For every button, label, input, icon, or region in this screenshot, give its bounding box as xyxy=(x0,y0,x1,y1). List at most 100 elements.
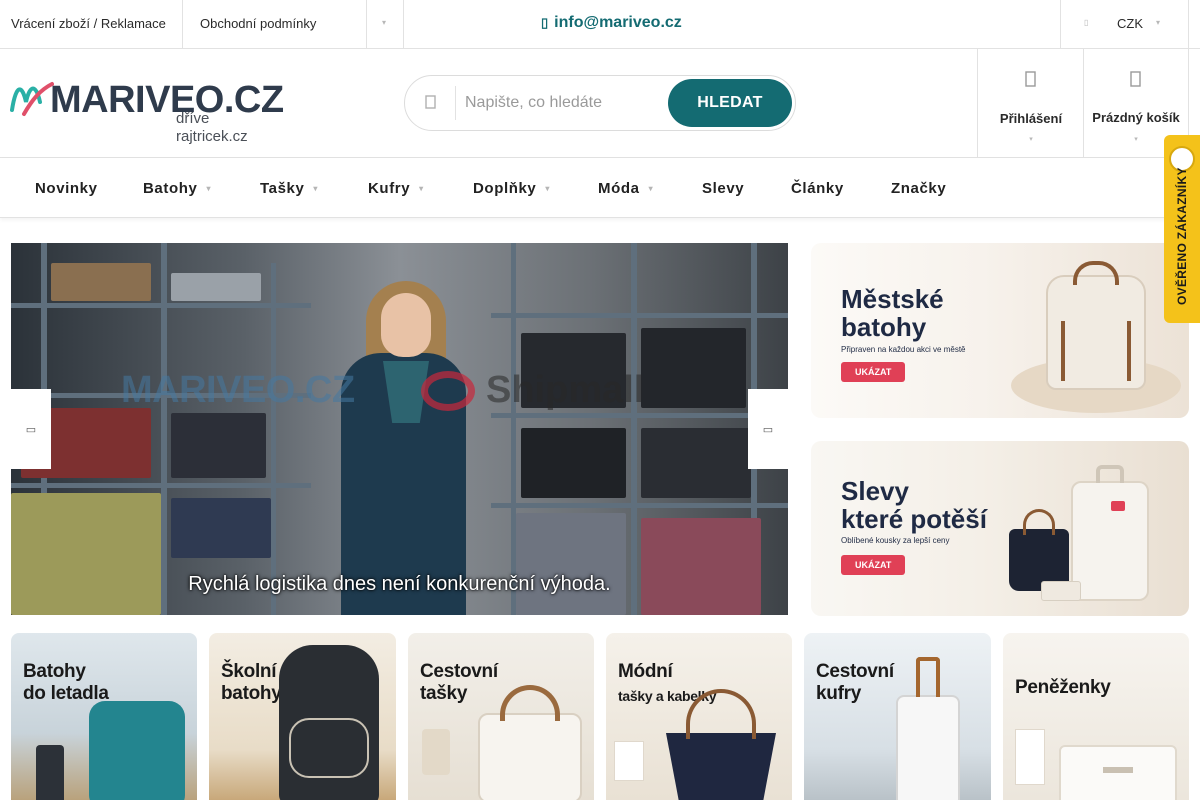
suitcase-product xyxy=(916,657,940,697)
login-button[interactable]: Přihlášení ▾ xyxy=(977,49,1084,157)
nav-item-doplnky[interactable]: Doplňky ▾ xyxy=(473,180,550,197)
terms-link[interactable]: Obchodní podmínky xyxy=(200,16,316,31)
badge-text: OVĚŘENO ZÁKAZNÍKY xyxy=(1175,167,1189,305)
currency-select[interactable]: CZK xyxy=(1117,16,1143,31)
tile-title: Cestovní xyxy=(816,661,894,682)
shelf-post xyxy=(161,243,167,615)
suitcase-product xyxy=(36,745,64,800)
tile-title: batohy xyxy=(221,683,282,704)
tile-title: Peněženky xyxy=(1015,677,1111,698)
wallet-product xyxy=(1041,581,1081,601)
divider xyxy=(1060,0,1061,48)
banner-subtitle: Připraven na každou akci ve městě xyxy=(841,345,966,354)
category-tile-travel-suitcases[interactable]: Cestovní kufry xyxy=(804,633,991,800)
nav-item-kufry[interactable]: Kufry ▾ xyxy=(368,180,424,197)
chevron-down-icon[interactable]: ▾ xyxy=(1156,18,1160,27)
video-watermark-mariveo: MARIVEO.CZ xyxy=(121,369,355,411)
chevron-down-icon: ▾ xyxy=(206,184,212,193)
shelf-board xyxy=(491,503,788,508)
arrow-left-icon: ▭ xyxy=(25,423,37,436)
backpack-product xyxy=(289,718,369,778)
email-text: info@mariveo.cz xyxy=(554,14,682,31)
backpack-product xyxy=(1127,321,1131,381)
banner-button[interactable]: UKÁZAT xyxy=(841,555,906,575)
divider xyxy=(1188,0,1189,48)
slider-next-button[interactable]: ▭ xyxy=(748,389,788,469)
suitcase-product xyxy=(1071,481,1149,601)
verified-customers-badge[interactable]: OVĚŘENO ZÁKAZNÍKY xyxy=(1164,135,1200,323)
slider-prev-button[interactable]: ▭ xyxy=(11,389,51,469)
suitcase-product xyxy=(896,695,960,800)
chevron-down-icon: ▾ xyxy=(419,184,424,193)
goods xyxy=(516,513,626,615)
goods xyxy=(171,413,266,478)
site-logo[interactable]: MARIVEO.CZ dříve rajtricek.cz xyxy=(10,78,285,145)
nav-item-novinky[interactable]: Novinky xyxy=(35,180,98,197)
nav-item-batohy[interactable]: Batohy ▾ xyxy=(143,180,211,197)
more-links-icon[interactable]: ▾ xyxy=(382,18,386,27)
category-tile-school-backpacks[interactable]: Školní batohy xyxy=(209,633,396,800)
tile-title: Cestovní xyxy=(420,661,498,682)
banner-button[interactable]: UKÁZAT xyxy=(841,362,906,382)
search-input[interactable] xyxy=(465,90,665,116)
shipmall-logo-icon xyxy=(421,371,475,411)
tile-title: Školní xyxy=(221,661,277,682)
logo-subtext: dříve rajtricek.cz xyxy=(176,110,248,145)
goods xyxy=(171,273,261,301)
cart-icon xyxy=(1130,71,1141,87)
search-icon[interactable] xyxy=(423,92,439,112)
banner-title: batohy xyxy=(841,312,927,342)
divider xyxy=(366,0,367,48)
backpack-product xyxy=(89,701,185,800)
tile-title: do letadla xyxy=(23,683,109,704)
handbag-product xyxy=(1023,509,1055,535)
mail-icon: ▯ xyxy=(541,15,549,30)
shelf-post xyxy=(271,263,276,615)
category-tile-cabin-backpacks[interactable]: Batohy do letadla xyxy=(11,633,197,800)
currency-flag-icon: ▯ xyxy=(1084,18,1089,27)
banner-subtitle: Oblíbené kousky za lepší ceny xyxy=(841,536,950,545)
nav-label: Články xyxy=(791,180,844,197)
chevron-down-icon: ▾ xyxy=(648,184,654,193)
returns-link[interactable]: Vrácení zboží / Reklamace xyxy=(11,16,166,31)
nav-item-clanky[interactable]: Články xyxy=(791,180,844,197)
category-tile-fashion-bags[interactable]: Módní tašky a kabelky xyxy=(606,633,792,800)
goods xyxy=(521,428,626,498)
chevron-down-icon: ▾ xyxy=(1029,136,1033,143)
tile-title: kufry xyxy=(816,683,861,704)
search-button[interactable]: HLEDAT xyxy=(668,79,792,127)
presenter xyxy=(381,293,431,357)
arrow-right-icon: ▭ xyxy=(762,423,774,436)
tile-title: Batohy xyxy=(23,661,86,682)
main-navigation: Novinky Batohy ▾ Tašky ▾ Kufry ▾ Doplňky ▾ M… xyxy=(0,158,1200,218)
logo-mark-icon xyxy=(10,82,54,116)
goods xyxy=(51,263,151,301)
goods xyxy=(641,428,751,498)
hero-video-slide[interactable]: MARIVEO.CZ Shipmall Rychlá logistika dne… xyxy=(11,243,788,615)
shelf-board xyxy=(491,313,788,318)
goods xyxy=(171,498,271,558)
video-watermark-shipmall: Shipmall xyxy=(486,369,645,411)
banner-sale[interactable]: Slevy které potěší Oblíbené kousky za le… xyxy=(811,441,1189,616)
gift-bag xyxy=(1015,729,1045,785)
banner-city-backpacks[interactable]: Městské batohy Připraven na každou akci … xyxy=(811,243,1189,418)
bag-product xyxy=(478,713,582,800)
cart-label: Prázdný košík xyxy=(1092,110,1180,125)
nav-item-moda[interactable]: Móda ▾ xyxy=(598,180,653,197)
wallet-product xyxy=(1103,767,1133,773)
shelf-post xyxy=(631,243,637,615)
category-tile-wallets[interactable]: Peněženky xyxy=(1003,633,1189,800)
shelf-board xyxy=(11,483,311,488)
nav-item-slevy[interactable]: Slevy xyxy=(702,180,744,197)
category-tile-travel-bags[interactable]: Cestovní tašky xyxy=(408,633,594,800)
nav-label: Doplňky xyxy=(473,180,537,197)
nav-label: Novinky xyxy=(35,180,98,197)
banner-title: které potěší xyxy=(841,504,987,534)
nav-item-znacky[interactable]: Značky xyxy=(891,180,946,197)
nav-item-tasky[interactable]: Tašky ▾ xyxy=(260,180,318,197)
goods xyxy=(641,518,761,615)
email-contact[interactable]: ▯ info@mariveo.cz xyxy=(541,14,682,32)
banner-title: Slevy xyxy=(841,476,909,506)
nav-label: Slevy xyxy=(702,180,745,197)
tile-title: Módní xyxy=(618,661,673,682)
